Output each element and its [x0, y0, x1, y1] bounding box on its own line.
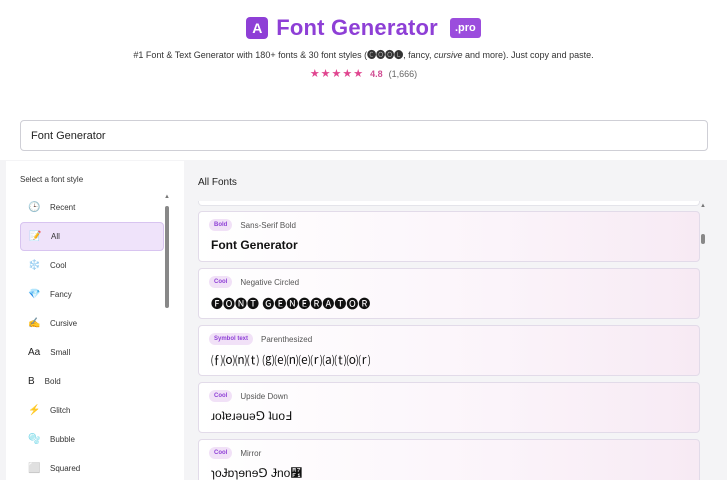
- sidebar-item-label: Small: [50, 348, 71, 357]
- font-name: Mirror: [240, 448, 262, 458]
- category-badge: Symbol text: [209, 333, 254, 345]
- font-card[interactable]: Cool Negative Circled 🅕🅞🅝🅣 🅖🅔🅝🅔🅡🅐🅣🅞🅡: [198, 268, 700, 319]
- font-name: Sans-Serif Bold: [240, 220, 296, 230]
- tagline-cursive: cursive: [434, 50, 463, 60]
- site-title: Font Generator: [276, 15, 438, 40]
- font-style-list: 🕒 Recent 📝 All ❄️ Cool 💎 Fancy ✍️ Cursiv…: [20, 193, 164, 480]
- category-badge: Bold: [209, 219, 233, 231]
- font-preview[interactable]: 🅕🅞🅝🅣 🅖🅔🅝🅔🅡🅐🅣🅞🅡: [211, 295, 370, 312]
- sidebar-item-label: All: [51, 232, 60, 241]
- tagline: #1 Font & Text Generator with 180+ fonts…: [0, 48, 727, 61]
- rating-value: 4.8: [370, 68, 383, 79]
- bold-text-icon: B: [28, 376, 35, 387]
- sidebar-item-label: Cool: [50, 261, 67, 270]
- scrollbar-thumb[interactable]: [701, 234, 705, 244]
- divider: [198, 201, 700, 206]
- star-icons: ★★★★★: [309, 68, 365, 80]
- tagline-prefix: #1 Font & Text Generator with 180+ fonts…: [133, 50, 368, 60]
- sidebar-item-recent[interactable]: 🕒 Recent: [20, 193, 164, 222]
- logo-icon: A: [246, 17, 269, 39]
- sidebar-item-cool[interactable]: ❄️ Cool: [20, 251, 164, 280]
- pro-badge: .pro: [449, 18, 481, 38]
- tagline-suffix: and more). Just copy and paste.: [462, 50, 594, 60]
- font-card[interactable]: Symbol text Parenthesized ⒡⒪⒩⒯ ⒢⒠⒩⒠⒭⒜⒯⒪⒭: [198, 325, 700, 376]
- rating: ★★★★★ 4.8 (1,666): [0, 67, 727, 80]
- rating-count: (1,666): [388, 68, 418, 79]
- category-badge: Cool: [209, 447, 233, 459]
- diamond-icon: 💎: [28, 289, 41, 300]
- sidebar: Select a font style 🕒 Recent 📝 All ❄️ Co…: [6, 161, 184, 480]
- sidebar-item-glitch[interactable]: ⚡ Glitch: [20, 396, 164, 425]
- sidebar-scrollbar[interactable]: ▲: [164, 194, 170, 480]
- main-panel: All Fonts Bold Sans-Serif Bold Font Gene…: [184, 161, 727, 480]
- clock-icon: 🕒: [28, 202, 41, 213]
- sidebar-item-all[interactable]: 📝 All: [20, 222, 164, 251]
- sidebar-item-bubble[interactable]: 🫧 Bubble: [20, 425, 164, 454]
- sidebar-item-cursive[interactable]: ✍️ Cursive: [20, 309, 164, 338]
- font-preview[interactable]: ⒡⒪⒩⒯ ⒢⒠⒩⒠⒭⒜⒯⒪⒭: [211, 352, 370, 369]
- brand[interactable]: A Font Generator .pro: [0, 15, 727, 41]
- category-badge: Cool: [209, 276, 233, 288]
- section-title: All Fonts: [198, 177, 237, 188]
- sidebar-item-label: Bold: [44, 377, 61, 386]
- font-name: Parenthesized: [261, 334, 313, 344]
- sidebar-item-label: Squared: [50, 464, 81, 473]
- font-preview[interactable]: ɹoʇɐɹǝuǝ⅁ ʇuoℲ: [211, 409, 292, 423]
- font-name: Negative Circled: [240, 277, 300, 287]
- main-scrollbar[interactable]: ▲: [699, 203, 707, 480]
- scroll-up-icon[interactable]: ▲: [164, 194, 170, 200]
- scrollbar-thumb[interactable]: [165, 206, 169, 308]
- small-text-icon: Aa: [28, 347, 41, 358]
- tagline-cool: 🅒🅞🅞🅛: [367, 50, 404, 60]
- sidebar-item-label: Bubble: [50, 435, 75, 444]
- lightning-icon: ⚡: [28, 405, 41, 416]
- sidebar-item-label: Cursive: [50, 319, 78, 328]
- font-card-list: Bold Sans-Serif Bold Font Generator Cool…: [198, 201, 700, 480]
- font-preview[interactable]: Font Generator: [211, 238, 298, 252]
- sidebar-item-label: Glitch: [50, 406, 71, 415]
- sidebar-item-small[interactable]: Aa Small: [20, 338, 164, 367]
- font-name: Upside Down: [240, 391, 288, 401]
- sidebar-item-squared[interactable]: ⬜ Squared: [20, 454, 164, 480]
- snowflake-icon: ❄️: [28, 260, 41, 271]
- sidebar-item-bold[interactable]: B Bold: [20, 367, 164, 396]
- all-icon: 📝: [29, 231, 42, 242]
- font-card[interactable]: Cool Upside Down ɹoʇɐɹǝuǝ⅁ ʇuoℲ: [198, 382, 700, 433]
- sidebar-item-label: Recent: [50, 203, 76, 212]
- bubble-icon: 🫧: [28, 434, 41, 445]
- scroll-up-icon[interactable]: ▲: [699, 203, 707, 209]
- font-preview[interactable]: ɿoɈɒɿɘnɘ⅁ Ɉno꟱: [211, 466, 302, 480]
- category-badge: Cool: [209, 390, 233, 402]
- sidebar-item-label: Fancy: [50, 290, 72, 299]
- writing-hand-icon: ✍️: [28, 318, 41, 329]
- text-input[interactable]: [20, 120, 708, 151]
- sidebar-title: Select a font style: [20, 175, 84, 184]
- sidebar-item-fancy[interactable]: 💎 Fancy: [20, 280, 164, 309]
- font-card[interactable]: Bold Sans-Serif Bold Font Generator: [198, 211, 700, 262]
- font-card[interactable]: Cool Mirror ɿoɈɒɿɘnɘ⅁ Ɉno꟱: [198, 439, 700, 480]
- square-icon: ⬜: [28, 463, 41, 474]
- tagline-middle: , fancy,: [403, 50, 434, 60]
